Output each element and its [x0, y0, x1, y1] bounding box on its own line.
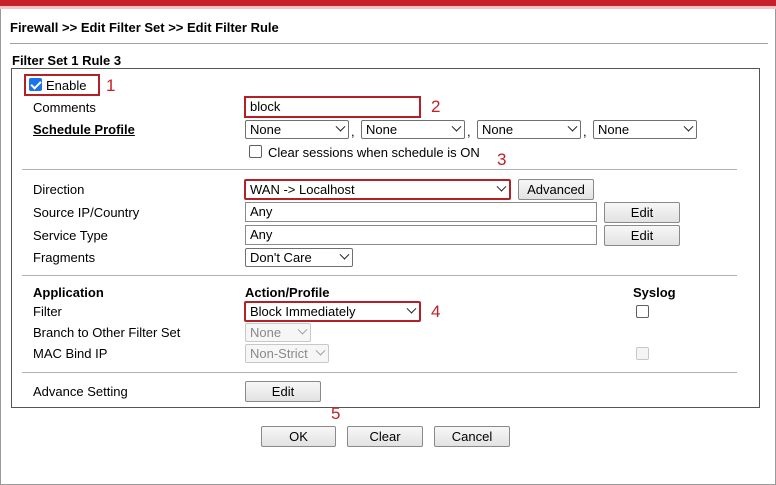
direction-select[interactable]: WAN -> Localhost [244, 179, 511, 200]
advance-edit-button[interactable]: Edit [245, 381, 321, 402]
schedule-select-1-value: None [250, 122, 282, 137]
comments-input[interactable]: block [244, 96, 421, 118]
separator: , [351, 124, 355, 139]
top-accent-shadow [0, 6, 776, 9]
direction-value: WAN -> Localhost [250, 182, 355, 197]
source-ip-field[interactable]: Any [245, 202, 597, 222]
separator: , [583, 124, 587, 139]
ok-button[interactable]: OK [261, 426, 336, 447]
direction-label: Direction [33, 182, 85, 197]
clear-sessions-checkbox[interactable] [249, 145, 262, 158]
chevron-down-icon [335, 121, 346, 132]
fragments-select[interactable]: Don't Care [245, 248, 353, 267]
chevron-down-icon [683, 121, 694, 132]
comments-label: Comments [33, 100, 96, 115]
chevron-down-icon [339, 249, 350, 260]
action-profile-header: Action/Profile [245, 285, 330, 300]
breadcrumb: Firewall >> Edit Filter Set >> Edit Filt… [10, 20, 279, 35]
advanced-button[interactable]: Advanced [518, 179, 594, 200]
annotation-1: 1 [106, 76, 116, 95]
annotation-2: 2 [431, 97, 441, 116]
service-type-label: Service Type [33, 228, 108, 243]
schedule-select-3[interactable]: None [477, 120, 581, 139]
clear-sessions-label: Clear sessions when schedule is ON [268, 145, 480, 160]
source-ip-label: Source IP/Country [33, 205, 140, 220]
branch-select: None [245, 323, 311, 342]
schedule-profile-link[interactable]: Schedule Profile [33, 122, 135, 137]
page-title: Filter Set 1 Rule 3 [12, 53, 122, 68]
chevron-down-icon [496, 181, 507, 192]
chevron-down-icon [297, 324, 308, 335]
chevron-down-icon [451, 121, 462, 132]
chevron-down-icon [406, 303, 417, 314]
filter-action-value: Block Immediately [250, 304, 356, 319]
mac-bind-syslog-checkbox [636, 347, 649, 360]
enable-checkbox[interactable] [29, 78, 42, 91]
mac-bind-select: Non-Strict [245, 344, 329, 363]
annotation-3: 3 [497, 150, 507, 169]
mac-bind-value: Non-Strict [250, 346, 308, 361]
schedule-select-2-value: None [366, 122, 398, 137]
annotation-4: 4 [431, 302, 441, 321]
clear-button[interactable]: Clear [347, 426, 423, 447]
divider [22, 169, 737, 170]
annotation-5: 5 [331, 404, 341, 423]
service-type-field[interactable]: Any [245, 225, 597, 245]
title-divider [10, 43, 768, 44]
fragments-label: Fragments [33, 250, 96, 265]
fragments-value: Don't Care [250, 250, 312, 265]
branch-value: None [250, 325, 282, 340]
filter-action-select[interactable]: Block Immediately [244, 301, 421, 322]
application-header: Application [33, 285, 104, 300]
syslog-header: Syslog [633, 285, 676, 300]
mac-bind-label: MAC Bind IP [33, 346, 108, 361]
chevron-down-icon [567, 121, 578, 132]
source-edit-button[interactable]: Edit [604, 202, 680, 223]
cancel-button[interactable]: Cancel [434, 426, 510, 447]
filter-label: Filter [33, 304, 62, 319]
schedule-select-2[interactable]: None [361, 120, 465, 139]
chevron-down-icon [315, 345, 326, 356]
branch-label: Branch to Other Filter Set [33, 325, 181, 340]
divider [22, 372, 737, 373]
service-edit-button[interactable]: Edit [604, 225, 680, 246]
advance-setting-label: Advance Setting [33, 384, 128, 399]
schedule-select-4[interactable]: None [593, 120, 697, 139]
syslog-checkbox[interactable] [636, 305, 649, 318]
enable-label: Enable [46, 78, 87, 93]
separator: , [467, 124, 471, 139]
schedule-select-1[interactable]: None [245, 120, 349, 139]
schedule-select-4-value: None [598, 122, 630, 137]
schedule-select-3-value: None [482, 122, 514, 137]
divider [22, 275, 737, 276]
